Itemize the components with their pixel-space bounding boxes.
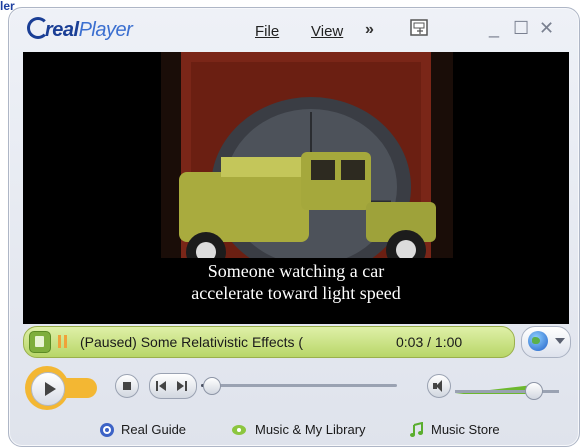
subtitle-line-1: Someone watching a car bbox=[207, 261, 385, 281]
subtitle-line-2: accelerate toward light speed bbox=[191, 283, 401, 303]
mute-button[interactable] bbox=[427, 374, 451, 398]
menu-file[interactable]: File bbox=[255, 23, 279, 40]
playback-controls bbox=[9, 360, 579, 410]
globe-icon bbox=[528, 331, 548, 351]
real-guide-icon[interactable] bbox=[99, 422, 115, 438]
realplayer-logo[interactable]: realPlayer bbox=[27, 17, 133, 42]
status-clip-title: (Paused) Some Relativistic Effects ( bbox=[80, 334, 304, 350]
minimize-button[interactable]: _ bbox=[489, 18, 499, 39]
next-track-icon[interactable] bbox=[177, 381, 189, 391]
paused-indicator-icon bbox=[58, 335, 67, 348]
bottom-link-bar: Real Guide Music & My Library Music Stor… bbox=[9, 416, 579, 446]
music-store-link[interactable]: Music Store bbox=[431, 422, 500, 437]
menu-file-label: File bbox=[255, 23, 280, 40]
stop-icon bbox=[123, 382, 131, 390]
logo-real-text: real bbox=[45, 19, 79, 41]
music-library-link[interactable]: Music & My Library bbox=[255, 422, 366, 437]
volume-slider-thumb[interactable] bbox=[525, 382, 543, 400]
play-button-face bbox=[31, 372, 65, 406]
web-browse-button[interactable] bbox=[521, 326, 571, 358]
volume-slider[interactable] bbox=[455, 376, 559, 400]
status-time: 0:03 / 1:00 bbox=[396, 334, 463, 350]
play-icon bbox=[45, 382, 56, 396]
realplayer-window: realPlayer File View » _ ☐ ✕ Someone wat… bbox=[8, 7, 580, 447]
video-frame-car-image bbox=[161, 52, 453, 258]
stop-button[interactable] bbox=[115, 374, 139, 398]
menu-view[interactable]: View bbox=[311, 23, 343, 40]
play-button[interactable] bbox=[25, 366, 105, 410]
position-slider[interactable] bbox=[201, 377, 397, 395]
close-button[interactable]: ✕ bbox=[539, 18, 554, 39]
seek-buttons bbox=[149, 373, 197, 399]
menu-more-button[interactable]: » bbox=[365, 21, 374, 39]
video-display[interactable]: Someone watching a car accelerate toward… bbox=[23, 52, 569, 324]
menu-view-label: View bbox=[311, 23, 344, 40]
title-bar: realPlayer File View » _ ☐ ✕ bbox=[9, 8, 579, 52]
toolbar-mode-icon[interactable] bbox=[409, 18, 431, 38]
playlist-icon[interactable] bbox=[29, 331, 51, 353]
position-slider-thumb[interactable] bbox=[202, 377, 221, 395]
subtitle-text: Someone watching a car accelerate toward… bbox=[23, 260, 569, 304]
music-store-icon[interactable] bbox=[409, 422, 425, 438]
maximize-button[interactable]: ☐ bbox=[513, 18, 529, 39]
previous-track-icon[interactable] bbox=[156, 381, 168, 391]
logo-player-text: Player bbox=[78, 19, 133, 41]
music-library-icon[interactable] bbox=[231, 422, 247, 438]
volume-track bbox=[455, 390, 559, 393]
chevron-down-icon[interactable] bbox=[555, 338, 565, 344]
real-guide-link[interactable]: Real Guide bbox=[121, 422, 186, 437]
status-bar: (Paused) Some Relativistic Effects ( 0:0… bbox=[23, 326, 515, 358]
